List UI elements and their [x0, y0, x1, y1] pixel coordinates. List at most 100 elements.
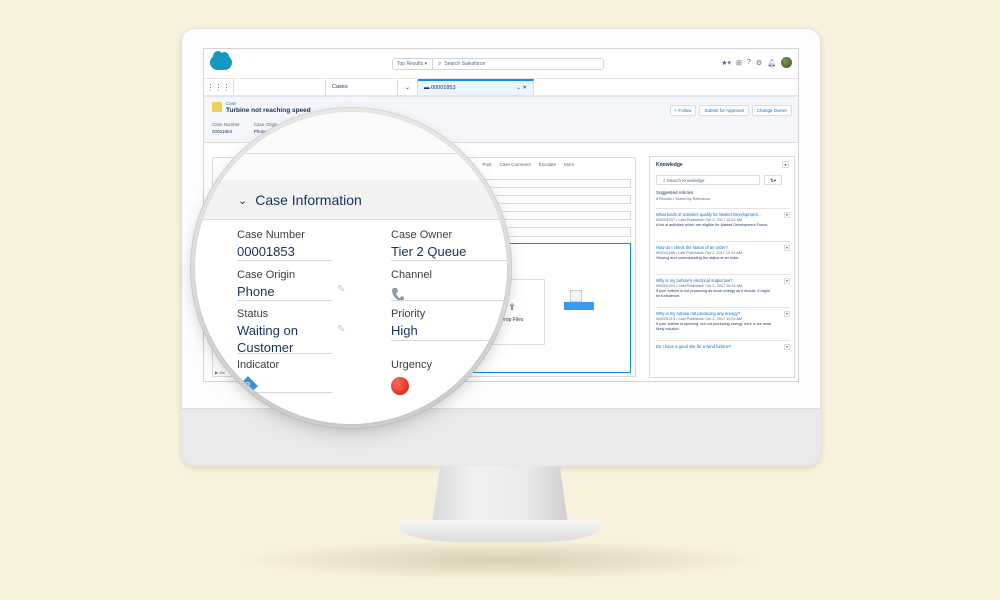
chevron-down-icon: ⌄ [238, 194, 248, 207]
tab-record[interactable]: ▬ 00001853 ⌄ ✕ [418, 79, 534, 95]
urgency-icon [391, 377, 409, 395]
magnifier-lens: ⌄ Case Information Case Number 00001853 … [195, 112, 507, 424]
bell-icon[interactable]: 🔔︎ [767, 59, 776, 67]
knowledge-menu-icon[interactable]: ▾ [782, 161, 789, 168]
field-divider [391, 300, 507, 301]
chevron-down-icon[interactable]: ▾ [784, 245, 790, 251]
article-meta: 000001188 • Last Published: Oct 2, 2017 … [656, 251, 742, 255]
nav-spacer [234, 79, 326, 95]
tab-close-icon[interactable]: ⌄ ✕ [516, 85, 527, 91]
record-type: Case [226, 101, 237, 106]
field-label: Priority [391, 308, 426, 320]
macros-label[interactable]: ▶ Ma [215, 370, 225, 375]
tab-record-number: 00001853 [431, 85, 456, 91]
tab-cases[interactable]: Cases [326, 79, 398, 95]
change-owner-button[interactable]: Change Owner [751, 105, 792, 116]
field-divider [237, 300, 332, 301]
search-icon: ⌕ [438, 60, 442, 67]
macro-text: Ma [219, 370, 225, 375]
article-link[interactable]: How do I check the status of an order? [656, 245, 774, 250]
priority-field: Priority High [391, 308, 425, 338]
article-link[interactable]: Why is my turbine not producing any ener… [656, 311, 774, 316]
monitor-base [400, 520, 600, 542]
knowledge-search-input[interactable]: ⌕ Search Knowledge [656, 175, 760, 185]
channel-field: Channel [391, 269, 432, 303]
knowledge-title: Knowledge [656, 162, 683, 168]
field-value: Waiting on [237, 323, 298, 338]
help-icon[interactable]: ? [747, 59, 751, 66]
field-label: Indicator [237, 359, 280, 371]
knowledge-search-placeholder: Search Knowledge [666, 178, 705, 183]
article-meta: 000001207 • Last Published: Oct 2, 2017 … [656, 218, 743, 222]
article-link[interactable]: Why is my turbine's electrical output lo… [656, 278, 774, 283]
field-divider [237, 392, 332, 393]
article-desc: If your turbine is not producing as much… [656, 289, 770, 298]
chevron-down-icon[interactable]: ▾ [784, 311, 790, 317]
article-meta: 000001204 • Last Published: Oct 2, 2017 … [656, 284, 743, 288]
indicator-field: Indicator ? [237, 359, 280, 396]
list-item: What kinds of activities qualify for Mar… [656, 208, 790, 241]
field-value[interactable]: Tier 2 Queue [391, 244, 466, 259]
field-value: 00001853 [237, 244, 295, 259]
article-desc: A list of activities which are eligible … [656, 223, 769, 227]
record-actions: + Follow Submit for Approval Change Owne… [669, 105, 792, 116]
submit-approval-button[interactable]: Submit for Approval [699, 105, 749, 116]
section-title: Case Information [255, 192, 362, 208]
floor-shadow [240, 540, 760, 580]
favorites-icon[interactable]: ★▾ [721, 59, 731, 67]
file-icon[interactable] [570, 290, 582, 302]
tab-escalate[interactable]: Escalate [539, 162, 556, 167]
case-owner-field: Case Owner Tier 2 Queue [391, 229, 466, 259]
field-value: Phone [237, 284, 275, 299]
article-desc: Viewing and understanding the status of … [656, 256, 740, 260]
list-item: How do I check the status of an order? 0… [656, 241, 790, 274]
app-launcher-icon[interactable]: ⋮⋮⋮ [204, 79, 234, 95]
field-label: Channel [391, 269, 432, 281]
search-scope-label: Top Results [397, 61, 424, 67]
monitor-chin [181, 408, 821, 466]
field-label: Status [237, 308, 269, 320]
tab-more[interactable]: More [564, 162, 574, 167]
list-item: Do I have a good site for a wind turbine… [656, 340, 790, 373]
knowledge-panel: Knowledge ▾ ⌕ Search Knowledge ⇅▾ Sugges… [649, 156, 795, 378]
avatar[interactable] [781, 57, 792, 68]
monitor-stand [432, 466, 568, 524]
chevron-down-icon[interactable]: ⌄ [398, 79, 418, 95]
field-label: Case Number [237, 229, 305, 241]
article-link[interactable]: Do I have a good site for a wind turbine… [656, 344, 774, 349]
magnified-backdrop [195, 112, 507, 180]
follow-button[interactable]: + Follow [669, 105, 697, 116]
salesforce-cloud-icon[interactable] [210, 51, 232, 70]
global-search[interactable]: Top Results ▾ ⌕ Search Salesforce [392, 58, 604, 70]
field-divider [391, 340, 507, 341]
search-scope-select[interactable]: Top Results ▾ [393, 59, 433, 69]
field-divider [237, 353, 332, 354]
tab-record-label: ▬ 00001853 [424, 85, 456, 91]
results-count: 5 Results • Sorted by Relevance [656, 197, 711, 201]
chevron-down-icon[interactable]: ▾ [784, 278, 790, 284]
upload-icon: ⇪ [508, 301, 516, 312]
field-value: High [391, 323, 418, 338]
urgency-field: Urgency [391, 359, 432, 395]
suggested-heading: Suggested Articles [656, 190, 694, 195]
case-icon [212, 102, 222, 112]
article-link[interactable]: What kinds of activities qualify for Mar… [656, 212, 774, 217]
article-meta: 000001213 • Last Published: Oct 2, 2017 … [656, 317, 743, 321]
header-utilities: ★▾ ⊞ ? ⚙ 🔔︎ [721, 57, 792, 68]
field-divider [237, 260, 332, 261]
section-heading[interactable]: ⌄ Case Information [238, 192, 362, 208]
status-field: Status Waiting on Customer [237, 308, 298, 355]
add-icon[interactable]: ⊞ [736, 59, 742, 67]
chevron-down-icon[interactable]: ▾ [784, 212, 790, 218]
article-desc: If your turbine is spinning, but not pro… [656, 322, 772, 331]
gear-icon[interactable]: ⚙ [756, 59, 762, 67]
edit-pencil-icon[interactable]: ✎ [337, 284, 345, 295]
chevron-down-icon[interactable]: ▾ [784, 344, 790, 350]
knowledge-sort-button[interactable]: ⇅▾ [764, 175, 782, 185]
edit-pencil-icon[interactable]: ✎ [337, 324, 345, 335]
case-origin-field: Case Origin Phone [237, 269, 295, 299]
field-label: Case Origin [237, 269, 296, 281]
list-item: Why is my turbine not producing any ener… [656, 307, 790, 340]
dragged-file-chip[interactable] [564, 302, 594, 310]
tab-bar: ⋮⋮⋮ Cases ⌄ ▬ 00001853 ⌄ ✕ [204, 79, 798, 97]
